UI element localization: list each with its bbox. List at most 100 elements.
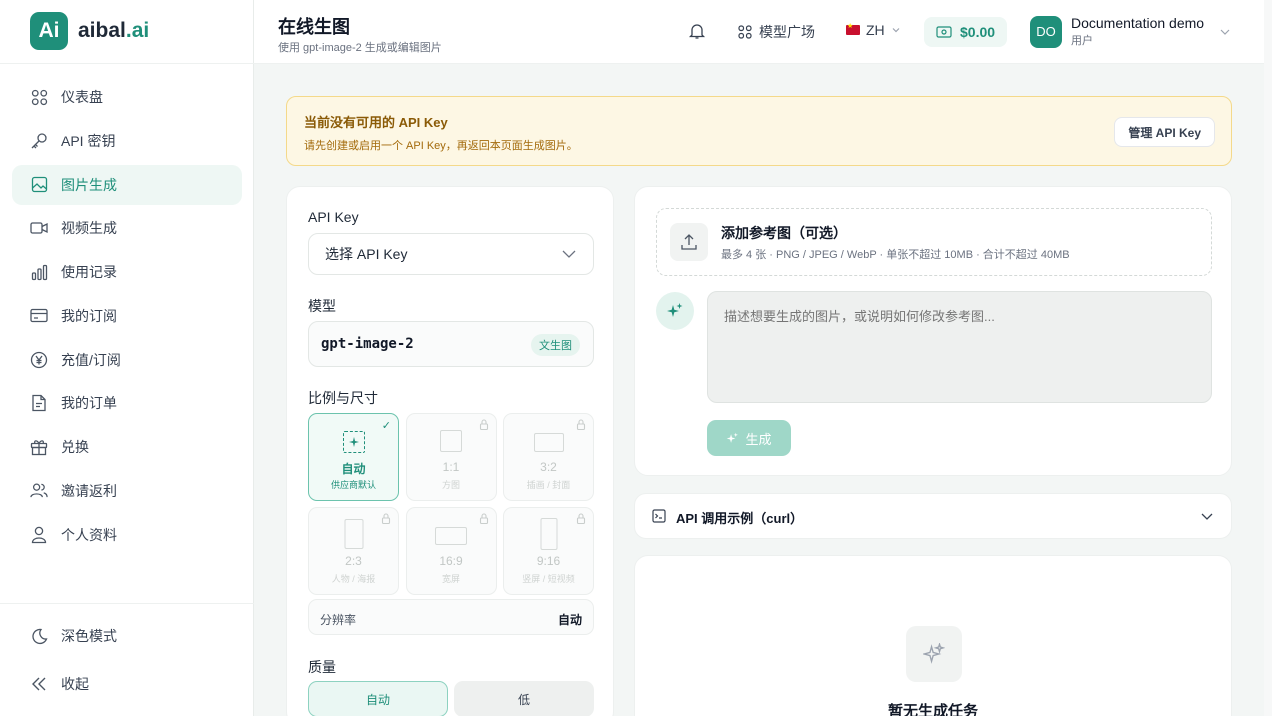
sidebar-item-label: 邀请返利 <box>61 482 117 499</box>
user-role: 用户 <box>1071 35 1093 47</box>
sidebar-item-label: 我的订单 <box>61 395 117 412</box>
users-icon <box>30 482 48 500</box>
sparkle-frame-icon <box>342 431 365 453</box>
upload-icon <box>670 223 708 261</box>
sidebar-item-video-generation[interactable]: 视频生成 <box>12 208 242 248</box>
api-key-warning: 当前没有可用的 API Key 请先创建或启用一个 API Key，再返回本页面… <box>286 96 1232 166</box>
model-market-link[interactable]: 模型广场 <box>738 22 815 42</box>
sidebar-item-usage[interactable]: 使用记录 <box>12 252 242 292</box>
sidebar: Ai aibal.ai 仪表盘 API 密钥 图片生成 视频生成 使用记录 我的… <box>0 0 254 716</box>
brand[interactable]: Ai aibal.ai <box>30 12 149 50</box>
collapse-sidebar-button[interactable]: 收起 <box>12 662 242 706</box>
scrollbar[interactable] <box>1264 0 1272 716</box>
api-key-label: API Key <box>308 209 359 225</box>
lock-icon <box>576 513 586 527</box>
sidebar-item-dashboard[interactable]: 仪表盘 <box>12 77 242 117</box>
ratio-option-label: 自动 <box>341 462 366 476</box>
sidebar-item-label: 视频生成 <box>61 220 117 237</box>
user-name: Documentation demo <box>1071 15 1205 31</box>
bar-chart-icon <box>30 263 48 281</box>
ratio-option-label: 9:16 <box>536 554 561 568</box>
sidebar-item-referral[interactable]: 邀请返利 <box>12 471 242 511</box>
sidebar-item-image-generation[interactable]: 图片生成 <box>12 164 242 205</box>
model-display: gpt-image-2 文生图 <box>308 321 594 367</box>
chevron-down-icon <box>892 28 900 33</box>
collapse-label: 收起 <box>61 676 89 692</box>
resolution-select[interactable]: 分辨率 自动 <box>308 599 594 635</box>
sidebar-item-orders[interactable]: 我的订单 <box>12 383 242 423</box>
sparkle-icon <box>656 292 694 330</box>
sidebar-item-subscriptions[interactable]: 我的订阅 <box>12 296 242 336</box>
ratio-option-16-9[interactable]: 16:9 宽屏 <box>405 507 497 595</box>
top-header: 在线生图 使用 gpt-image-2 生成或编辑图片 模型广场 ZH $0.0… <box>254 0 1272 64</box>
sidebar-item-api-keys[interactable]: API 密钥 <box>12 121 242 161</box>
lock-icon <box>479 513 489 527</box>
gift-icon <box>30 438 48 456</box>
bell-icon <box>688 24 706 39</box>
check-icon: ✓ <box>381 420 391 432</box>
ratio-option-sub: 方图 <box>441 480 460 490</box>
quality-auto-button[interactable]: 自动 <box>308 681 448 716</box>
sidebar-item-label: 我的订阅 <box>61 307 117 324</box>
ratio-option-label: 16:9 <box>439 554 463 568</box>
page-title: 在线生图 <box>278 17 350 37</box>
video-icon <box>30 219 48 237</box>
sidebar-item-profile[interactable]: 个人资料 <box>12 515 242 555</box>
divider <box>0 603 254 604</box>
generate-button-label: 生成 <box>745 431 772 447</box>
language-label: ZH <box>866 22 885 38</box>
resolution-label: 分辨率 <box>320 613 357 627</box>
lock-icon <box>576 419 586 433</box>
ratio-option-auto[interactable]: ✓ 自动 供应商默认 <box>308 413 399 501</box>
sidebar-item-label: 图片生成 <box>61 176 117 193</box>
ratio-option-3-2[interactable]: 3:2 插画 / 封面 <box>503 413 594 501</box>
model-market-label: 模型广场 <box>759 24 815 40</box>
sidebar-item-label: 充值/订阅 <box>61 351 121 368</box>
model-name: gpt-image-2 <box>321 336 414 352</box>
reference-image-upload[interactable]: 添加参考图（可选） 最多 4 张 · PNG / JPEG / WebP · 单… <box>656 208 1212 276</box>
generate-button[interactable]: 生成 <box>707 420 791 456</box>
sidebar-item-redeem[interactable]: 兑换 <box>12 427 242 467</box>
ratio-label: 比例与尺寸 <box>308 390 378 406</box>
api-key-select[interactable]: 选择 API Key <box>308 233 594 275</box>
warning-description: 请先创建或启用一个 API Key，再返回本页面生成图片。 <box>304 140 578 152</box>
dark-mode-label: 深色模式 <box>61 628 117 644</box>
upload-title: 添加参考图（可选） <box>721 225 847 241</box>
document-icon <box>30 394 48 412</box>
curl-example-accordion[interactable]: API 调用示例（curl） <box>634 493 1232 539</box>
tasks-panel: 暂无生成任务 <box>634 555 1232 716</box>
chevron-down-icon <box>562 250 576 258</box>
terminal-icon <box>652 509 666 523</box>
quality-low-button[interactable]: 低 <box>454 681 594 716</box>
manage-api-key-button[interactable]: 管理 API Key <box>1114 117 1215 147</box>
sidebar-item-recharge[interactable]: 充值/订阅 <box>12 340 242 380</box>
chevron-down-icon <box>1220 29 1230 35</box>
sparkle-icon <box>727 432 739 443</box>
lock-icon <box>381 513 391 527</box>
grid-icon <box>30 88 48 106</box>
landscape-shape-icon <box>533 433 564 452</box>
ratio-option-9-16[interactable]: 9:16 竖屏 / 短视频 <box>503 507 594 595</box>
dark-mode-toggle[interactable]: 深色模式 <box>12 614 242 658</box>
notifications-button[interactable] <box>688 22 708 42</box>
quality-label: 质量 <box>308 659 336 675</box>
ratio-option-2-3[interactable]: 2:3 人物 / 海报 <box>308 507 399 595</box>
moon-icon <box>30 627 48 645</box>
model-label: 模型 <box>308 298 336 314</box>
sidebar-nav: 仪表盘 API 密钥 图片生成 视频生成 使用记录 我的订阅 充值/订阅 我的订… <box>12 77 242 558</box>
china-flag-icon <box>846 22 860 35</box>
user-icon <box>30 526 48 544</box>
prompt-input[interactable] <box>707 291 1212 403</box>
ratio-option-sub: 供应商默认 <box>330 480 376 490</box>
curl-label: API 调用示例（curl） <box>676 511 804 526</box>
sidebar-item-label: 个人资料 <box>61 526 117 543</box>
user-menu[interactable]: DO Documentation demo 用户 <box>1030 15 1231 48</box>
balance-badge[interactable]: $0.00 <box>924 17 1008 47</box>
ratio-option-sub: 宽屏 <box>441 574 460 584</box>
ratio-option-1-1[interactable]: 1:1 方图 <box>405 413 497 501</box>
sidebar-item-label: 仪表盘 <box>61 89 103 105</box>
api-key-select-value: 选择 API Key <box>325 246 408 262</box>
sidebar-item-label: API 密钥 <box>61 132 116 149</box>
language-selector[interactable]: ZH <box>846 22 901 38</box>
ratio-option-label: 2:3 <box>345 554 362 568</box>
